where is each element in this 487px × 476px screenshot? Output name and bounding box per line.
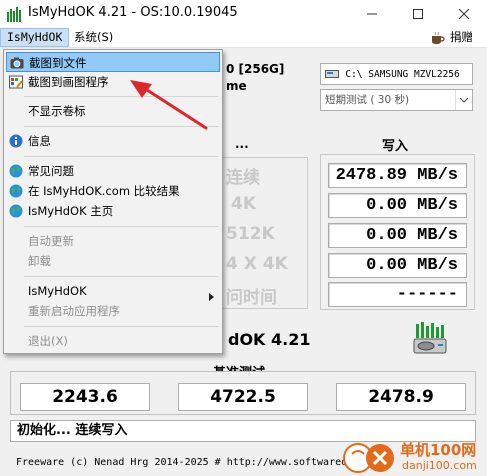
menu-item-label: 截图到画图程序	[28, 75, 109, 89]
menu-item-ismyhdok-submenu[interactable]: IsMyHdOK	[6, 281, 220, 301]
menu-item-label: 退出(X)	[28, 334, 68, 348]
row-label-access-time: 问时间	[226, 288, 277, 308]
write-4x4k-value: 0.00 MB/s	[328, 253, 467, 278]
watermark-brand: 单机100网	[400, 441, 477, 459]
drive-icon	[325, 70, 339, 78]
menu-item-label: 在 IsMyHdOK.com 比较结果	[28, 184, 180, 198]
globe-icon	[9, 204, 23, 218]
row-label-4k: 4K	[231, 194, 257, 214]
write-4k-value: 0.00 MB/s	[328, 193, 467, 218]
drive-select-value: C:\ SAMSUNG MZVL2256	[345, 69, 460, 80]
row-label-512k: 512K	[226, 224, 275, 244]
menu-item-label: 常见问题	[28, 164, 74, 178]
title-bar[interactable]: IsMyHdOK 4.21 - OS:10.0.19045	[0, 0, 487, 28]
donate-menu[interactable]: 捐赠	[424, 28, 479, 47]
menu-item-screenshot-to-file[interactable]: 截图到文件	[6, 52, 220, 72]
menu-item-label: 截图到文件	[29, 56, 87, 70]
watermark: 单机100网 danji100.com	[340, 438, 487, 476]
benchmark-total-value: 4722.5	[178, 383, 308, 411]
app-version-label: dOK 4.21	[228, 330, 311, 349]
close-button[interactable]	[441, 0, 487, 28]
drive-name-text: me	[226, 79, 247, 93]
paint-icon	[9, 75, 23, 89]
menu-item-label: 信息	[28, 134, 51, 148]
watermark-url: danji100.com	[402, 459, 477, 472]
maximize-icon	[413, 9, 423, 19]
drive-select[interactable]: C:\ SAMSUNG MZVL2256	[320, 63, 473, 85]
app-icon	[7, 6, 21, 22]
menu-item-restart-app: 重新启动应用程序	[6, 301, 220, 321]
window-title: IsMyHdOK 4.21 - OS:10.0.19045	[28, 5, 238, 20]
menu-item-faq[interactable]: 常见问题	[6, 161, 220, 181]
menu-item-label: IsMyHdOK	[28, 284, 87, 298]
menu-item-label: IsMyHdOK 主页	[28, 204, 114, 218]
write-access-time-value: ------	[328, 282, 467, 307]
menu-item-label: 自动更新	[28, 234, 74, 248]
menu-system[interactable]: 系统(S)	[68, 28, 119, 47]
annotation-arrow	[130, 80, 208, 130]
menu-item-uninstall: 卸载	[6, 251, 220, 271]
menu-item-homepage[interactable]: IsMyHdOK 主页	[6, 201, 220, 221]
menu-separator	[24, 276, 218, 277]
drive-model-text: 0 [256G]	[226, 62, 285, 76]
globe-icon	[9, 184, 23, 198]
menu-ismyhdok[interactable]: IsMyHdOK	[0, 28, 70, 47]
globe-icon	[9, 164, 23, 178]
menu-bar: IsMyHdOK 系统(S) 捐赠	[0, 28, 487, 48]
menu-item-exit: 退出(X)	[6, 331, 220, 351]
menu-separator	[24, 156, 218, 157]
close-icon	[459, 9, 469, 19]
coffee-icon	[432, 31, 445, 44]
benchmark-write-value: 2478.9	[336, 383, 466, 411]
menu-item-compare-results[interactable]: 在 IsMyHdOK.com 比较结果	[6, 181, 220, 201]
row-label-sequential: 连续	[226, 168, 260, 188]
menu-separator	[24, 226, 218, 227]
menu-item-label: 卸载	[28, 254, 51, 268]
chevron-down-icon	[455, 90, 472, 110]
write-sequential-value: 2478.89 MB/s	[328, 163, 467, 188]
test-duration-value: 短期测试 ( 30 秒)	[325, 94, 410, 106]
minimize-icon	[367, 13, 377, 15]
maximize-button[interactable]	[395, 0, 441, 28]
menu-item-label: 重新启动应用程序	[28, 304, 120, 318]
row-label-4x4k: 4 X 4K	[226, 254, 288, 274]
camera-icon	[10, 56, 24, 70]
write-header: 写入	[382, 139, 409, 154]
menu-item-auto-update: 自动更新	[6, 231, 220, 251]
read-header: ...	[235, 137, 249, 151]
hdd-icon	[412, 322, 448, 356]
write-512k-value: 0.00 MB/s	[328, 223, 467, 248]
donate-label: 捐赠	[450, 30, 473, 44]
minimize-button[interactable]	[349, 0, 395, 28]
menu-separator	[24, 326, 218, 327]
benchmark-read-value: 2243.6	[20, 383, 150, 411]
info-icon	[9, 134, 23, 148]
menu-item-label: 不显示卷标	[28, 104, 86, 118]
test-duration-select[interactable]: 短期测试 ( 30 秒)	[320, 89, 473, 111]
